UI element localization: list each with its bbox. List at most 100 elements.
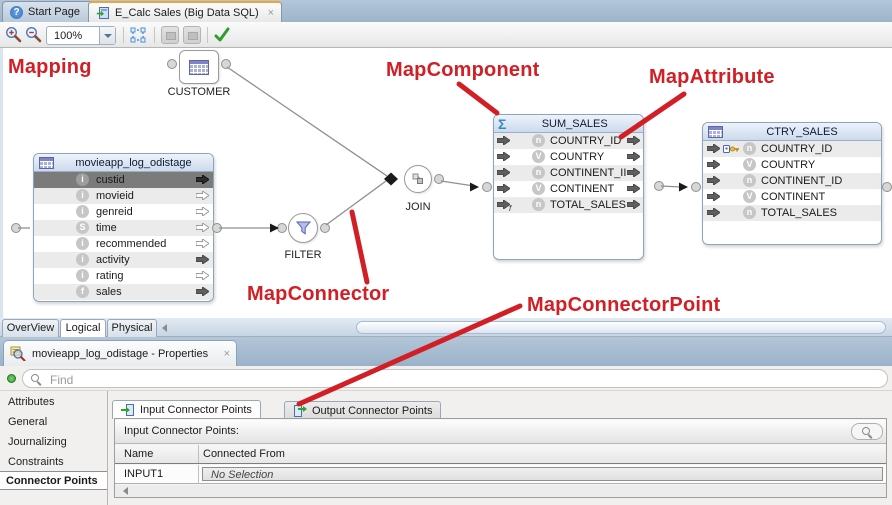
annotation-map-connector-point: MapConnectorPoint [527, 294, 721, 316]
source-table-header[interactable]: movieapp_log_odistage [34, 154, 213, 172]
selection-frame-icon [130, 27, 146, 43]
sidebar-item-general[interactable]: General [8, 416, 47, 428]
source-output-port[interactable] [212, 223, 222, 233]
attribute-name: COUNTRY [761, 159, 816, 171]
source-table-title: movieapp_log_odistage [75, 156, 192, 169]
attribute-name: sales [96, 286, 122, 298]
close-icon[interactable]: × [224, 348, 230, 360]
map-arrow-icon [196, 191, 209, 200]
zoom-out-button[interactable] [25, 26, 43, 44]
zoom-in-button[interactable] [5, 26, 23, 44]
tab-physical[interactable]: Physical [107, 319, 157, 337]
join-output-port[interactable] [434, 174, 444, 184]
attribute-row[interactable]: i rating [34, 268, 213, 284]
annotation-mapping: Mapping [8, 56, 92, 78]
type-icon: i [76, 189, 89, 202]
tab-logical[interactable]: Logical [60, 319, 106, 337]
sidebar-divider [107, 391, 108, 505]
attribute-row[interactable]: f sales [34, 284, 213, 300]
attribute-row[interactable]: n COUNTRY_ID [494, 133, 643, 149]
join-component[interactable] [404, 165, 432, 193]
connector-points-panel: Input Connector Points: Name Connected F… [114, 418, 887, 498]
sum-sales-input-port[interactable] [482, 182, 492, 192]
attribute-row[interactable]: n TOTAL_SALES [703, 205, 881, 221]
ctry-sales-table[interactable]: CTRY_SALES n COUNTRY_ID V COUNTRY n CONT… [702, 122, 882, 245]
scroll-left-icon[interactable] [162, 324, 167, 332]
tab-output-connector-points[interactable]: Output Connector Points [284, 401, 442, 419]
attribute-row[interactable]: n COUNTRY_ID [703, 141, 881, 157]
table-search-button[interactable] [851, 423, 883, 440]
tab-mapping-editor[interactable]: E_Calc Sales (Big Data SQL) × [88, 1, 283, 22]
zoom-out-icon [25, 26, 42, 43]
column-header-connected-from: Connected From [203, 448, 285, 460]
sum-sales-header[interactable]: Σ SUM_SALES [494, 115, 643, 133]
filter-input-port[interactable] [277, 223, 287, 233]
sum-sales-output-port[interactable] [654, 181, 664, 191]
attribute-row[interactable]: V COUNTRY [703, 157, 881, 173]
ctry-sales-header[interactable]: CTRY_SALES [703, 123, 881, 141]
attribute-row[interactable]: i recommended [34, 236, 213, 252]
section-header: Input Connector Points: [115, 420, 886, 444]
attribute-row[interactable]: i activity [34, 252, 213, 268]
chevron-down-icon[interactable] [99, 27, 115, 44]
find-input[interactable]: Find [22, 369, 888, 388]
horizontal-scrollbar-thumb[interactable] [356, 321, 886, 334]
help-icon: ? [10, 5, 23, 19]
column-divider [198, 445, 199, 463]
odi-studio-window: ? Start Page × E_Calc Sales (Big Data SQ… [0, 0, 892, 505]
attribute-name: custid [96, 174, 125, 186]
connected-from-dropdown[interactable]: No Selection [202, 467, 883, 481]
type-icon: V [743, 158, 756, 171]
source-input-port[interactable] [11, 223, 21, 233]
annotation-map-connector: MapConnector [247, 283, 390, 305]
zoom-in-icon [5, 26, 22, 43]
filter-output-port[interactable] [320, 223, 330, 233]
filter-component[interactable] [288, 213, 318, 243]
fit-selection-button[interactable] [129, 26, 147, 44]
attribute-name: CONTINENT [550, 183, 615, 195]
customer-component[interactable] [179, 50, 219, 84]
zoom-level-combo[interactable]: 100% [46, 26, 116, 45]
attribute-row[interactable]: i custid [34, 172, 213, 188]
attribute-row[interactable]: n CONTINENT_II [494, 165, 643, 181]
validate-button[interactable] [213, 26, 231, 44]
map-arrow-icon [627, 200, 640, 209]
map-arrow-icon [497, 152, 510, 161]
attribute-name: TOTAL_SALES [550, 199, 627, 211]
sidebar-item-constraints[interactable]: Constraints [8, 456, 64, 468]
type-icon: V [532, 150, 545, 163]
sum-sales-component[interactable]: Σ SUM_SALES n COUNTRY_ID V COUNTRY n CON… [493, 114, 644, 260]
sidebar-item-connector-points[interactable]: Connector Points [0, 471, 107, 490]
customer-input-port[interactable] [167, 59, 177, 69]
ctry-sales-output-port[interactable] [882, 182, 892, 192]
table-row[interactable]: INPUT1 No Selection [115, 465, 886, 484]
tab-properties[interactable]: movieapp_log_odistage - Properties × [3, 340, 237, 366]
sigma-icon: Σ [498, 115, 507, 132]
scroll-left-icon [123, 487, 128, 495]
mapping-toolbar: 100% [0, 22, 892, 48]
type-icon: V [743, 190, 756, 203]
map-arrow-icon [707, 208, 720, 217]
attribute-row[interactable]: n CONTINENT_ID [703, 173, 881, 189]
map-arrow-icon [497, 184, 510, 193]
customer-output-port[interactable] [221, 59, 231, 69]
type-icon: n [743, 174, 756, 187]
attribute-row[interactable]: S time [34, 220, 213, 236]
attribute-row[interactable]: V CONTINENT [703, 189, 881, 205]
tab-input-connector-points[interactable]: Input Connector Points [112, 400, 261, 419]
attribute-row[interactable]: i genreid [34, 204, 213, 220]
attribute-row[interactable]: f n TOTAL_SALES [494, 197, 643, 213]
ctry-sales-input-port[interactable] [691, 182, 701, 192]
sidebar-item-journalizing[interactable]: Journalizing [8, 436, 67, 448]
attribute-row[interactable]: V COUNTRY [494, 149, 643, 165]
table-horizontal-scrollbar[interactable] [115, 485, 886, 497]
attribute-row[interactable]: i movieid [34, 188, 213, 204]
source-datastore-table[interactable]: movieapp_log_odistage i custid i movieid… [33, 153, 214, 302]
sidebar-item-attributes[interactable]: Attributes [8, 396, 54, 408]
type-icon: i [76, 253, 89, 266]
column-divider [198, 465, 199, 483]
close-icon[interactable]: × [268, 7, 274, 19]
tab-overview[interactable]: OverView [2, 319, 59, 337]
attribute-row[interactable]: V CONTINENT [494, 181, 643, 197]
connector-name-cell: INPUT1 [124, 468, 164, 480]
